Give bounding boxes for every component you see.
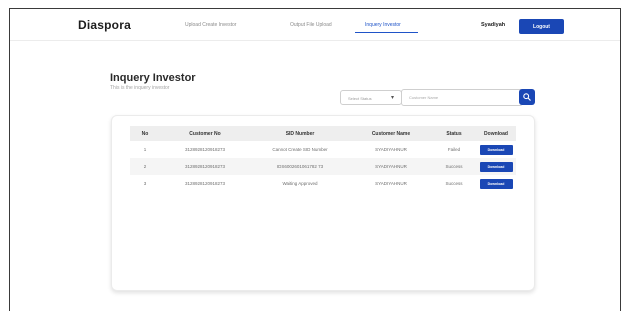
active-nav-indicator — [355, 32, 418, 33]
results-card: No Customer No SID Number Customer Name … — [111, 115, 535, 291]
download-button[interactable]: Download — [479, 144, 513, 155]
row-customer-no: 3128928120918273 — [184, 181, 226, 186]
app-window: Diaspora Upload Create Investor Output F… — [9, 8, 621, 311]
row-download-cell: Download — [476, 175, 516, 192]
row-status: Success — [445, 181, 463, 186]
row-download-cell: Download — [476, 141, 516, 158]
column-header-download: Download — [484, 130, 508, 137]
user-name: Syadiyah — [481, 22, 506, 28]
search-button[interactable] — [519, 89, 535, 105]
download-button[interactable]: Download — [479, 161, 513, 172]
status-select[interactable]: Select Status ▾ — [340, 90, 402, 105]
row-customer-no: 3128928120918273 — [184, 164, 226, 169]
row-status: Success — [445, 164, 463, 169]
column-header-status: Status — [446, 130, 462, 137]
customer-name-search-input[interactable] — [401, 89, 523, 106]
table-row: 2 3128928120918273 IDS6002601061782 73 S… — [130, 158, 516, 175]
column-header-sid-number: SID Number — [285, 130, 315, 137]
table-row: 1 3128928120918273 Cannot Create SID Num… — [130, 141, 516, 158]
row-sid-number: Cannot Create SID Number — [272, 147, 328, 152]
row-customer-name: SYADIYAHNUR — [375, 181, 407, 186]
column-header-customer-name: Customer Name — [371, 130, 411, 137]
row-status: Failed — [447, 147, 461, 152]
chevron-down-icon: ▾ — [391, 95, 395, 101]
page-title: Inquery Investor — [110, 72, 196, 84]
row-no: 2 — [143, 164, 147, 169]
nav-link-inquery-investor[interactable]: Inquery Investor — [365, 22, 401, 28]
row-no: 3 — [143, 181, 147, 186]
app-logo: Diaspora — [78, 18, 131, 32]
row-customer-no: 3128928120918273 — [184, 147, 226, 152]
row-sid-number: IDS6002601061782 73 — [276, 164, 324, 169]
navbar: Diaspora Upload Create Investor Output F… — [10, 9, 620, 41]
row-customer-name: SYADIYAHNUR — [375, 147, 407, 152]
column-header-no: No — [141, 130, 149, 137]
nav-link-upload-create-investor[interactable]: Upload Create Investor — [185, 22, 236, 28]
download-button[interactable]: Download — [479, 178, 513, 189]
column-header-customer-no: Customer No — [189, 130, 221, 137]
nav-link-output-file-upload[interactable]: Output File Upload — [290, 22, 332, 28]
table-row: 3 3128928120918273 Waiting Approved SYAD… — [130, 175, 516, 192]
search-icon — [523, 93, 531, 101]
table-header-row: No Customer No SID Number Customer Name … — [130, 126, 516, 141]
row-no: 1 — [143, 147, 147, 152]
row-customer-name: SYADIYAHNUR — [375, 164, 407, 169]
investor-table: No Customer No SID Number Customer Name … — [130, 126, 516, 192]
row-download-cell: Download — [476, 158, 516, 175]
page-subtitle: This is the inquery investor — [110, 85, 170, 91]
logout-button[interactable]: Logout — [519, 19, 564, 34]
row-sid-number: Waiting Approved — [282, 181, 318, 186]
status-select-value: Select Status — [348, 96, 372, 101]
